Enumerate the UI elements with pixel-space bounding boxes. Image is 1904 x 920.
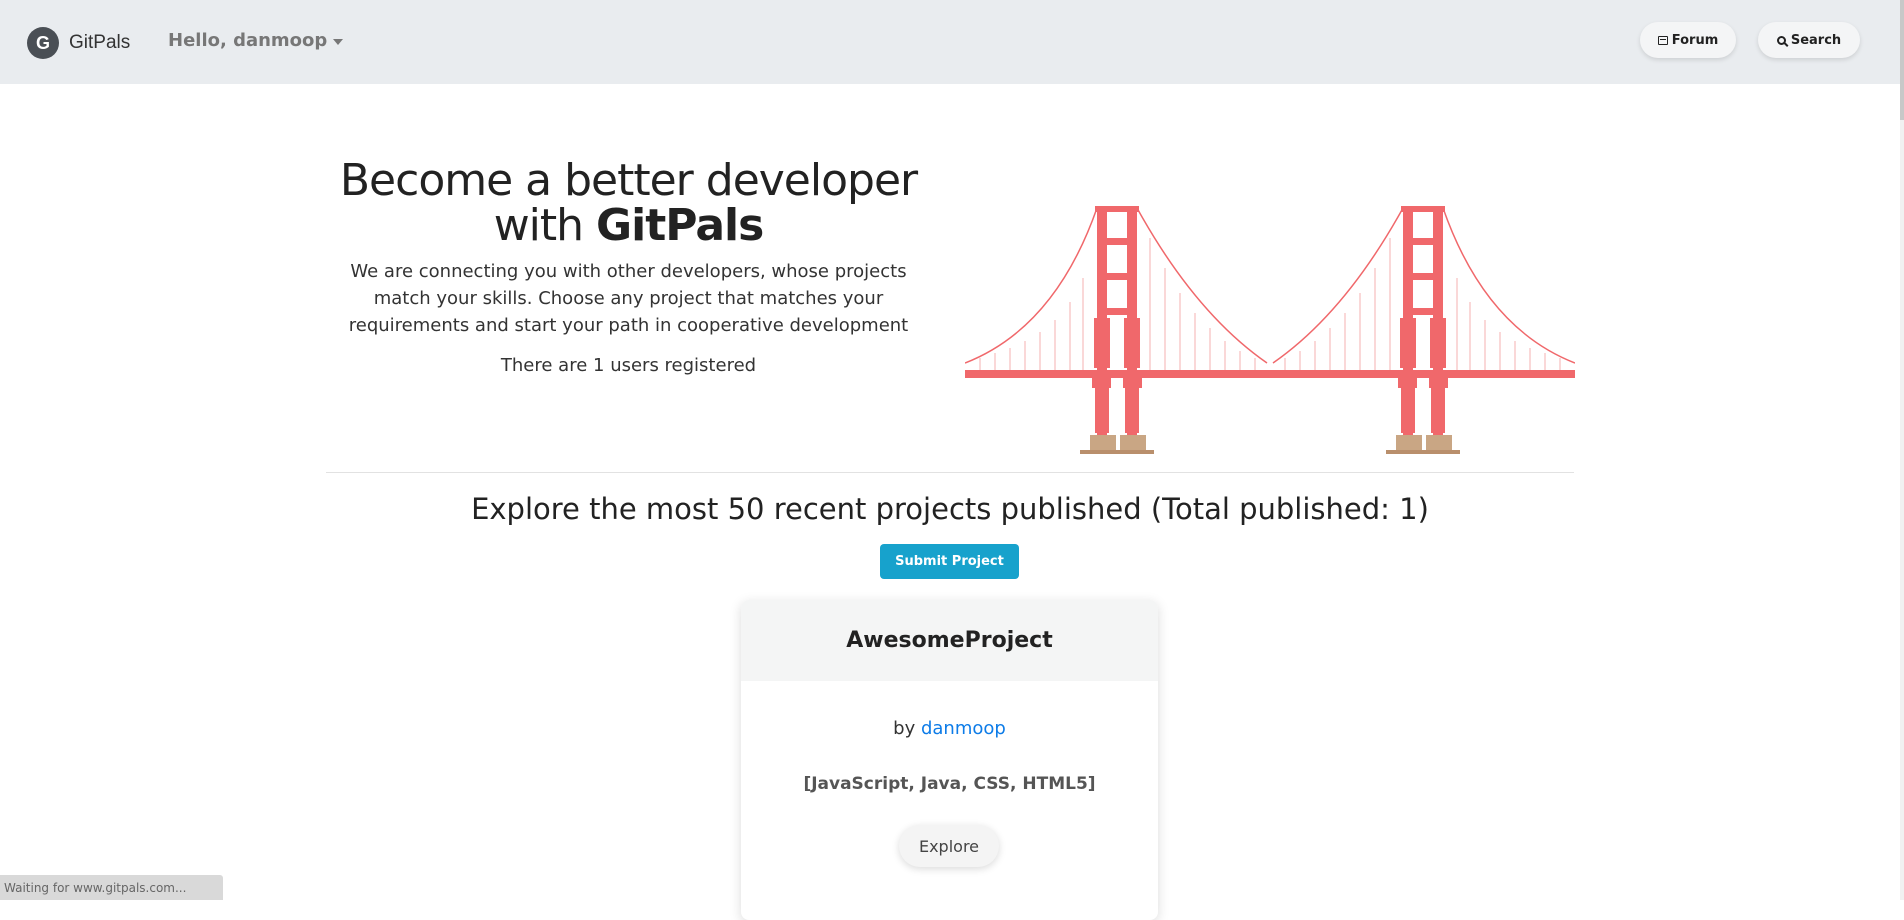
explore-project-button[interactable]: Explore — [899, 825, 999, 867]
project-author-link[interactable]: danmoop — [921, 718, 1006, 739]
section-divider — [326, 472, 1574, 473]
project-card: AwesomeProject by danmoop [JavaScript, J… — [741, 600, 1158, 920]
search-label: Search — [1790, 32, 1842, 48]
user-menu-dropdown[interactable]: Hello, danmoop — [168, 30, 344, 51]
hero-title-line1: Become a better developer — [339, 155, 918, 206]
greeting-label: Hello, danmoop — [168, 30, 328, 51]
projects-heading: Explore the most 50 recent projects publ… — [471, 492, 1429, 526]
hero-title-brand: GitPals — [596, 200, 764, 251]
search-button[interactable]: Search — [1758, 22, 1860, 58]
project-author-line: by danmoop — [741, 718, 1158, 739]
hero-title: Become a better developer with GitPals — [316, 158, 941, 248]
browser-status-bar: Waiting for www.gitpals.com... — [0, 875, 223, 900]
hero-description: We are connecting you with other develop… — [348, 261, 909, 336]
project-name: AwesomeProject — [741, 600, 1158, 681]
page-scrollbar[interactable] — [1900, 0, 1904, 900]
project-tags: [JavaScript, Java, CSS, HTML5] — [803, 774, 1096, 794]
forum-label: Forum — [1671, 32, 1719, 48]
brand-link[interactable]: G GitPals — [27, 27, 130, 59]
search-icon — [1776, 35, 1786, 45]
caret-down-icon — [333, 38, 344, 45]
top-navbar: G GitPals Hello, danmoop Forum Search — [0, 0, 1904, 84]
golden-gate-bridge-illustration — [965, 206, 1575, 454]
brand-logo-icon: G — [27, 27, 59, 59]
submit-project-button[interactable]: Submit Project — [880, 544, 1019, 579]
users-registered-text: There are 1 users registered — [500, 355, 757, 376]
forum-icon — [1657, 35, 1668, 45]
scrollbar-thumb[interactable] — [1900, 0, 1904, 120]
brand-name: GitPals — [69, 32, 131, 53]
by-label: by — [893, 718, 916, 739]
hero-title-with: with — [493, 200, 584, 251]
forum-button[interactable]: Forum — [1640, 22, 1736, 58]
